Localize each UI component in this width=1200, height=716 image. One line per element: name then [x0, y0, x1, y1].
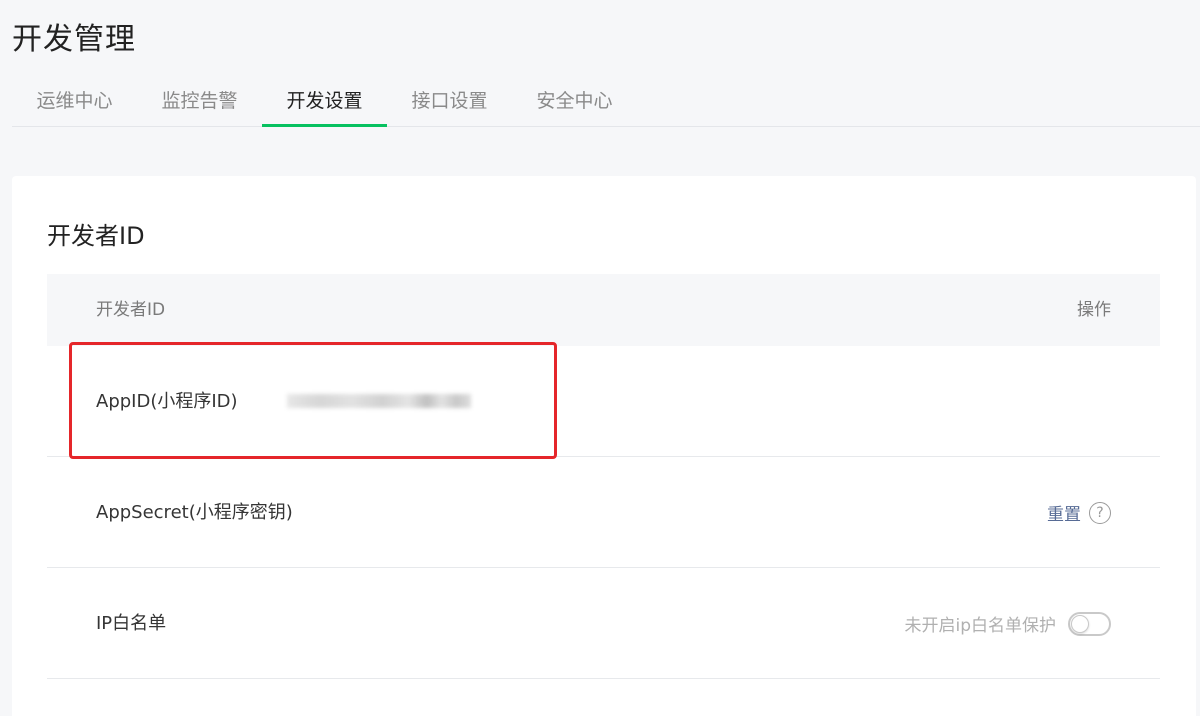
table-row-appid: AppID(小程序ID) [47, 346, 1160, 457]
developer-id-card: 开发者ID 开发者ID 操作 AppID(小程序ID) AppSecret(小程… [12, 176, 1196, 716]
appid-value-obscured [287, 394, 471, 408]
ip-whitelist-status: 未开启ip白名单保护 [904, 616, 1056, 636]
ip-whitelist-toggle[interactable] [1068, 611, 1111, 636]
column-header-action: 操作 [1077, 300, 1111, 320]
reset-link[interactable]: 重置 [1047, 500, 1081, 525]
column-header-developer-id: 开发者ID [96, 300, 166, 320]
appsecret-label: AppSecret(小程序密钥) [96, 502, 293, 523]
tab-monitoring-alerts[interactable]: 监控告警 [137, 78, 262, 126]
tab-dev-settings[interactable]: 开发设置 [262, 78, 387, 127]
section-title: 开发者ID [47, 222, 145, 250]
tab-security-center[interactable]: 安全中心 [512, 78, 637, 126]
toggle-knob [1071, 614, 1089, 633]
table-row-ip-whitelist: IP白名单 未开启ip白名单保护 [47, 568, 1160, 679]
page-title: 开发管理 [12, 22, 136, 57]
appid-label: AppID(小程序ID) [96, 391, 238, 412]
appsecret-actions: 重置 ? [1047, 457, 1111, 568]
tab-bar: 运维中心 监控告警 开发设置 接口设置 安全中心 [12, 78, 1200, 127]
ip-whitelist-label: IP白名单 [96, 613, 167, 634]
tab-api-settings[interactable]: 接口设置 [387, 78, 512, 126]
question-circle-icon[interactable]: ? [1089, 501, 1111, 524]
table-header: 开发者ID 操作 [47, 274, 1160, 346]
tab-ops-center[interactable]: 运维中心 [12, 78, 137, 126]
ip-whitelist-actions: 未开启ip白名单保护 [904, 568, 1111, 679]
table-row-appsecret: AppSecret(小程序密钥) 重置 ? [47, 457, 1160, 568]
